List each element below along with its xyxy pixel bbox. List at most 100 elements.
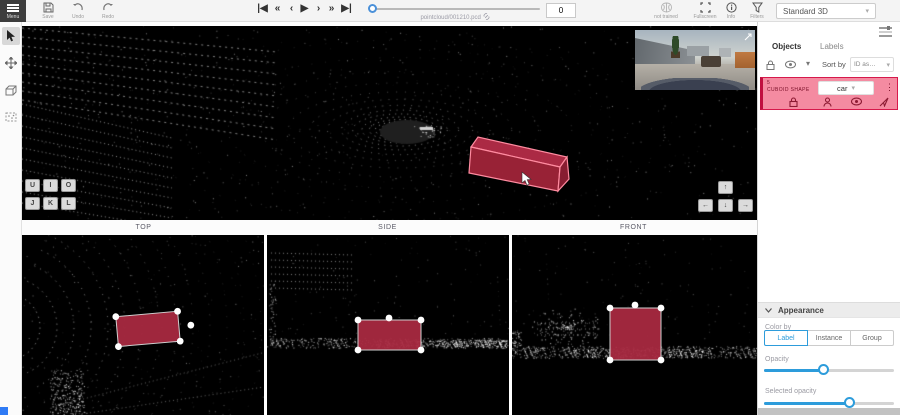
info-button[interactable]: Info — [719, 0, 743, 22]
orange-wall — [735, 52, 755, 68]
color-by-instance-button[interactable]: Instance — [808, 330, 851, 346]
panel-settings-icon[interactable] — [879, 26, 892, 38]
front-pointcloud-canvas[interactable] — [512, 235, 757, 415]
side-orthographic-viewport[interactable] — [267, 235, 509, 415]
not-trained-label: not trained — [654, 14, 678, 20]
menu-button[interactable]: Menu — [0, 0, 26, 22]
filter-icon — [752, 2, 763, 13]
object-class-value: car — [837, 84, 847, 93]
viewport-label-strip: TOP SIDE FRONT — [22, 220, 757, 235]
top-pointcloud-canvas[interactable] — [22, 235, 264, 415]
fullscreen-label: Fullscreen — [693, 14, 716, 20]
play-button[interactable]: ▶ — [298, 2, 311, 16]
selected-opacity-label: Selected opacity — [765, 388, 816, 395]
top-view-label: TOP — [22, 220, 265, 235]
save-button[interactable]: Save — [36, 0, 60, 22]
sort-dropdown[interactable]: ID as… ▾ — [850, 57, 894, 72]
link-icon — [483, 13, 490, 20]
current-file-label: pointcloud/001210.pcd — [360, 13, 550, 21]
chevron-down-icon: ▾ — [865, 7, 869, 15]
fast-forward-button[interactable]: » — [325, 2, 338, 16]
object-visibility-icon[interactable] — [851, 97, 862, 106]
key-O[interactable]: O — [61, 179, 76, 192]
filters-button[interactable]: Filters — [744, 0, 770, 22]
frame-slider-thumb[interactable] — [368, 4, 377, 13]
pan-tool-button[interactable] — [2, 54, 20, 72]
arrow-left-button[interactable]: ← — [698, 199, 713, 212]
key-I[interactable]: I — [43, 179, 58, 192]
side-pointcloud-canvas[interactable] — [267, 235, 509, 415]
object-class-dropdown[interactable]: car ▾ — [818, 81, 874, 95]
tab-objects[interactable]: Objects — [772, 42, 801, 51]
object-row-car[interactable]: 5 CUBOID SHAPE car ▾ ⋮ — [760, 77, 898, 110]
expand-camera-icon[interactable] — [743, 32, 753, 42]
color-by-group-button[interactable]: Group — [851, 330, 894, 346]
arrow-down-button[interactable]: ↓ — [718, 199, 733, 212]
model-status-button[interactable]: not trained — [650, 0, 682, 22]
corner-indicator — [0, 407, 8, 415]
frame-slider-track[interactable] — [372, 8, 540, 10]
menu-label: Menu — [7, 14, 20, 20]
first-frame-button[interactable]: |◀ — [256, 2, 269, 16]
building — [687, 46, 709, 56]
save-icon — [43, 2, 54, 13]
lock-all-icon[interactable] — [766, 60, 775, 70]
side-view-label: SIDE — [265, 220, 510, 235]
top-toolbar: Menu Save Undo Redo |◀ « ‹ ▶ › » ▶| poin… — [0, 0, 900, 22]
last-frame-button[interactable]: ▶| — [340, 2, 353, 16]
key-K[interactable]: K — [43, 197, 58, 210]
undo-label: Undo — [72, 14, 84, 20]
sort-by-label: Sort by — [822, 60, 846, 69]
hamburger-icon — [7, 3, 19, 13]
undo-icon — [72, 3, 84, 13]
opacity-slider-thumb[interactable] — [818, 364, 829, 375]
expand-all-caret-icon[interactable]: ▾ — [806, 59, 810, 68]
cuboid-icon — [5, 85, 17, 96]
mode-select-dropdown[interactable]: Standard 3D ▾ — [776, 3, 876, 19]
object-id: 5 — [767, 80, 770, 86]
front-orthographic-viewport[interactable] — [512, 235, 757, 415]
key-U[interactable]: U — [25, 179, 40, 192]
next-frame-button[interactable]: › — [312, 2, 325, 16]
tab-labels[interactable]: Labels — [820, 42, 844, 51]
arrow-up-button[interactable]: ↑ — [718, 181, 733, 194]
redo-icon — [102, 3, 114, 13]
appearance-section: Appearance Color by Label Instance Group… — [758, 302, 900, 333]
fullscreen-button[interactable]: Fullscreen — [690, 0, 720, 22]
front-view-label: FRONT — [510, 220, 757, 235]
main-3d-viewport[interactable]: U I O J K L ↑ ← ↓ → — [22, 26, 757, 220]
color-by-label-button[interactable]: Label — [764, 330, 808, 346]
object-lock-icon[interactable] — [789, 97, 798, 107]
key-J[interactable]: J — [25, 197, 40, 210]
object-shape-label: CUBOID SHAPE — [767, 87, 810, 93]
object-locate-icon[interactable] — [879, 97, 889, 107]
opacity-slider[interactable] — [764, 364, 894, 376]
color-by-segmented-control: Label Instance Group — [764, 330, 894, 346]
appearance-title: Appearance — [778, 306, 824, 315]
selected-opacity-slider-thumb[interactable] — [844, 397, 855, 408]
objects-panel: Objects Labels ▾ Sort by ID as… ▾ 5 CUBO… — [757, 22, 900, 415]
camera-photo-thumbnail[interactable] — [635, 30, 755, 90]
cuboid-tool-button[interactable] — [2, 81, 20, 99]
top-orthographic-viewport[interactable] — [22, 235, 264, 415]
visibility-all-icon[interactable] — [785, 60, 796, 69]
wall-left — [635, 38, 695, 66]
object-menu-dots-icon[interactable]: ⋮ — [885, 82, 894, 93]
frame-number-input[interactable] — [546, 3, 576, 18]
filters-label: Filters — [750, 14, 764, 20]
select-tool-button[interactable] — [2, 27, 20, 45]
redo-button[interactable]: Redo — [96, 0, 120, 22]
tool-sidebar — [0, 22, 22, 415]
region-tool-button[interactable] — [2, 108, 20, 126]
arrow-right-button[interactable]: → — [738, 199, 753, 212]
undo-button[interactable]: Undo — [66, 0, 90, 22]
rewind-button[interactable]: « — [271, 2, 284, 16]
key-L[interactable]: L — [61, 197, 76, 210]
chevron-down-icon: ▾ — [886, 61, 890, 69]
chevron-down-icon: ▾ — [851, 84, 855, 92]
chevron-down-icon — [765, 308, 772, 313]
point-region-icon — [5, 112, 17, 122]
object-member-icon[interactable] — [823, 97, 832, 107]
appearance-header[interactable]: Appearance — [758, 302, 900, 318]
prev-frame-button[interactable]: ‹ — [285, 2, 298, 16]
